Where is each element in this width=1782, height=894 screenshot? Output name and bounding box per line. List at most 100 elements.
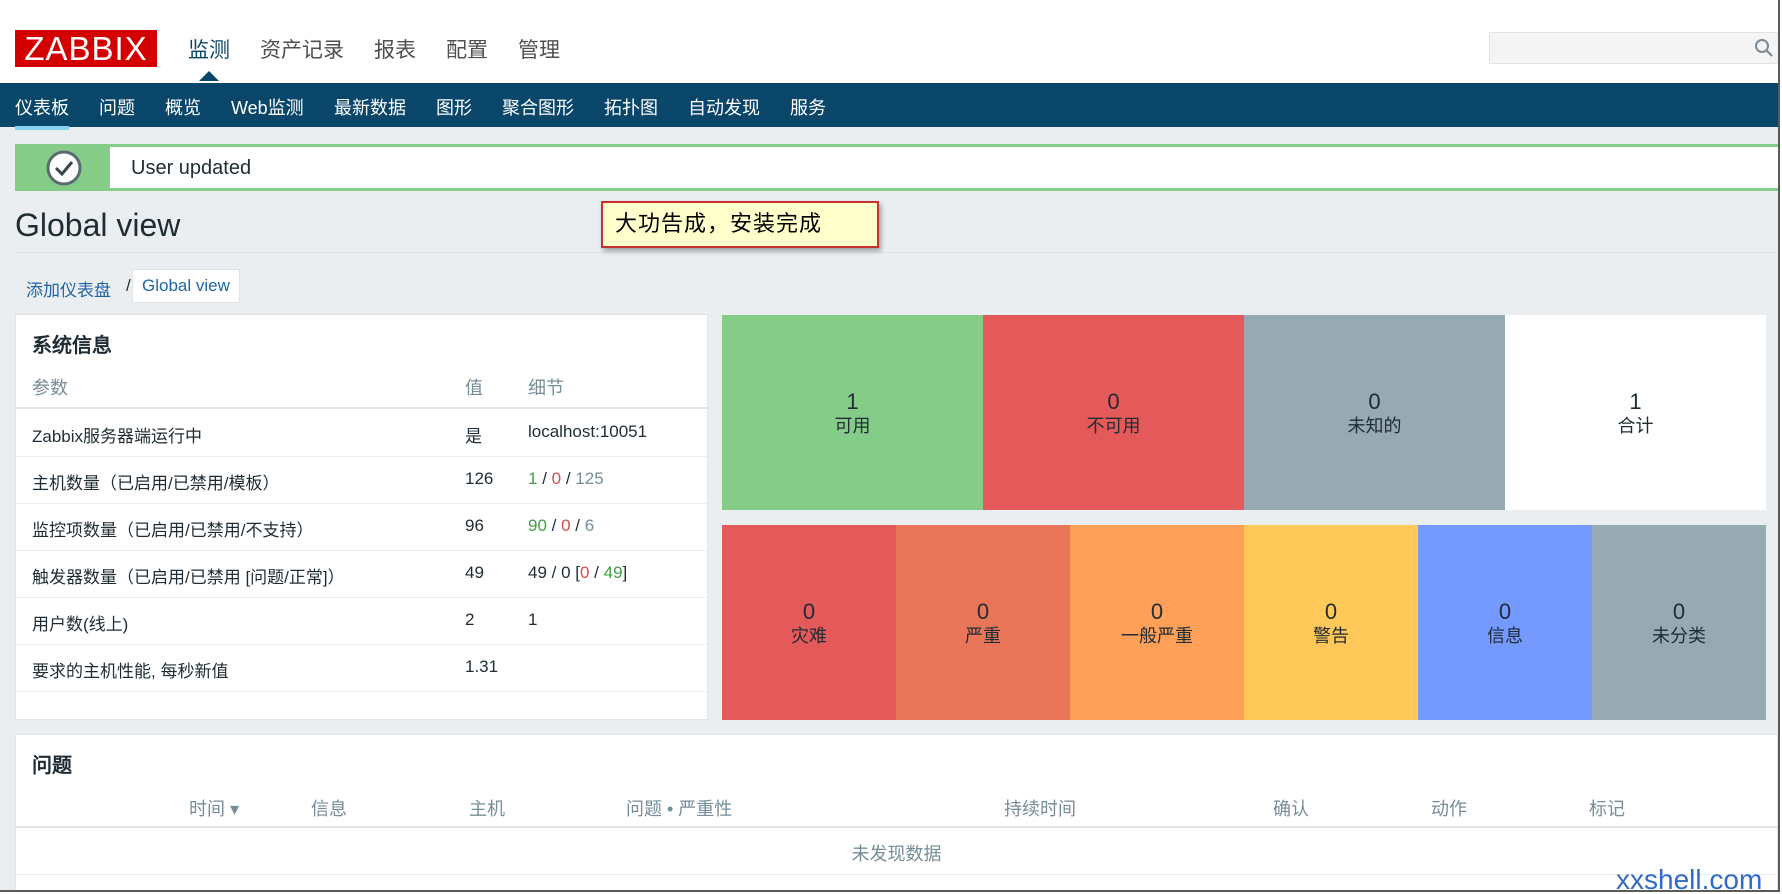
severity-average[interactable]: 0 一般严重 xyxy=(1070,525,1244,720)
message-icon-box xyxy=(15,147,110,188)
watermark: xxshell.com xyxy=(1616,864,1763,892)
row-detail: 1 / 0 / 125 xyxy=(528,469,604,489)
host-status-total[interactable]: 1 合计 xyxy=(1505,315,1766,510)
status-label: 不可用 xyxy=(1086,415,1141,436)
main-nav: 监测 资产记录 报表 配置 管理 xyxy=(188,34,590,81)
main-nav-inventory[interactable]: 资产记录 xyxy=(260,34,344,64)
status-count: 1 xyxy=(1629,388,1642,414)
table-row: 监控项数量（已启用/已禁用/不支持） 96 90 / 0 / 6 xyxy=(16,503,707,551)
subnav-graphs[interactable]: 图形 xyxy=(436,94,472,120)
row-param: 要求的主机性能, 每秒新值 xyxy=(32,662,229,681)
status-label: 可用 xyxy=(834,415,871,436)
column-header-parameter: 参数 xyxy=(32,378,68,398)
column-header-tags: 标记 xyxy=(1589,799,1625,819)
breadcrumb-separator: / xyxy=(126,276,131,295)
column-header-problem-severity: 问题 • 严重性 xyxy=(626,799,733,819)
severity-information[interactable]: 0 信息 xyxy=(1418,525,1592,720)
row-value: 126 xyxy=(465,469,494,488)
breadcrumb-add-dashboard[interactable]: 添加仪表盘 xyxy=(26,276,111,301)
row-detail: 1 xyxy=(528,610,538,629)
breadcrumb-current[interactable]: Global view xyxy=(132,269,240,303)
severity-count: 0 xyxy=(1672,598,1686,624)
host-status-unavailable[interactable]: 0 不可用 xyxy=(983,315,1244,510)
subnav-services[interactable]: 服务 xyxy=(790,94,826,120)
main-nav-configuration[interactable]: 配置 xyxy=(446,34,488,64)
severity-label: 信息 xyxy=(1487,625,1523,646)
row-detail: 90 / 0 / 6 xyxy=(528,516,594,536)
detail-enabled: 90 xyxy=(528,516,547,535)
zabbix-logo[interactable]: ZABBIX xyxy=(15,30,157,67)
search-icon[interactable] xyxy=(1754,38,1774,58)
row-param: 触发器数量（已启用/已禁用 [问题/正常]） xyxy=(32,568,345,587)
widget-title: 系统信息 xyxy=(32,335,112,357)
detail-suffix: ] xyxy=(622,563,628,582)
severity-count: 0 xyxy=(1324,598,1338,624)
search-input[interactable] xyxy=(1489,32,1778,64)
table-row: 主机数量（已启用/已禁用/模板） 126 1 / 0 / 125 xyxy=(16,456,707,504)
main-nav-reports[interactable]: 报表 xyxy=(374,34,416,64)
system-info-widget: 系统信息 参数 值 细节 Zabbix服务器端运行中 是 localhost:1… xyxy=(15,314,708,720)
column-header-info: 信息 xyxy=(311,799,347,819)
severity-high[interactable]: 0 严重 xyxy=(896,525,1070,720)
column-header-host: 主机 xyxy=(469,799,505,819)
column-header-duration: 持续时间 xyxy=(1004,799,1076,819)
column-header-actions: 动作 xyxy=(1431,799,1467,819)
row-value: 2 xyxy=(465,610,475,629)
detail-sep: / xyxy=(570,516,585,535)
detail-sep: / xyxy=(546,516,562,535)
detail-templates: 125 xyxy=(575,469,604,488)
subnav-overview[interactable]: 概览 xyxy=(165,94,201,120)
host-status-unknown[interactable]: 0 未知的 xyxy=(1244,315,1505,510)
header-divider xyxy=(16,826,1777,828)
severity-not-classified[interactable]: 0 未分类 xyxy=(1592,525,1766,720)
sub-nav: 仪表板 问题 概览 Web监测 最新数据 图形 聚合图形 拓扑图 自动发现 服务 xyxy=(0,83,1778,130)
severity-label: 未分类 xyxy=(1652,625,1706,646)
table-row: Zabbix服务器端运行中 是 localhost:10051 xyxy=(16,409,707,457)
column-header-time[interactable]: 时间 ▾ xyxy=(189,795,239,821)
row-detail: 49 / 0 [0 / 49] xyxy=(528,563,627,583)
detail-sep: / xyxy=(589,563,604,582)
severity-label: 一般严重 xyxy=(1121,625,1193,646)
status-count: 0 xyxy=(1107,388,1120,414)
annotation-callout: 大功告成，安装完成 xyxy=(601,201,879,248)
subnav-discovery[interactable]: 自动发现 xyxy=(688,94,760,120)
problems-widget: 问题 时间 ▾ 信息 主机 问题 • 严重性 持续时间 确认 动作 标记 未发现… xyxy=(15,734,1778,890)
main-nav-monitoring[interactable]: 监测 xyxy=(188,34,230,81)
success-message: User updated xyxy=(15,144,1778,191)
severity-count: 0 xyxy=(976,598,990,624)
host-status-available[interactable]: 1 可用 xyxy=(722,315,983,510)
table-row: 触发器数量（已启用/已禁用 [问题/正常]） 49 49 / 0 [0 / 49… xyxy=(16,550,707,598)
detail-sep: / xyxy=(537,469,552,488)
detail-disabled: 0 xyxy=(551,469,562,488)
main-nav-administration[interactable]: 管理 xyxy=(518,34,560,64)
severity-label: 严重 xyxy=(965,625,1001,646)
widget-title: 问题 xyxy=(32,755,72,777)
subnav-maps[interactable]: 拓扑图 xyxy=(604,94,658,120)
detail-sep: / xyxy=(561,469,576,488)
no-data-message: 未发现数据 xyxy=(851,844,942,864)
subnav-latest-data[interactable]: 最新数据 xyxy=(334,94,406,120)
subnav-web-monitoring[interactable]: Web监测 xyxy=(231,94,304,120)
message-text: User updated xyxy=(131,157,252,179)
detail-prefix: 49 / 0 [ xyxy=(528,563,580,582)
severity-disaster[interactable]: 0 灾难 xyxy=(722,525,896,720)
subnav-dashboard[interactable]: 仪表板 xyxy=(15,94,69,130)
row-param: 监控项数量（已启用/已禁用/不支持） xyxy=(32,521,314,540)
severity-label: 灾难 xyxy=(791,625,827,646)
row-divider xyxy=(16,874,1777,875)
table-row: 要求的主机性能, 每秒新值 1.31 xyxy=(16,644,707,692)
subnav-problems[interactable]: 问题 xyxy=(99,94,135,120)
column-header-ack: 确认 xyxy=(1273,799,1309,819)
severity-warning[interactable]: 0 警告 xyxy=(1244,525,1418,720)
table-row: 用户数(线上) 2 1 xyxy=(16,597,707,645)
top-header: ZABBIX 监测 资产记录 报表 配置 管理 xyxy=(0,0,1778,83)
detail-unsupported: 6 xyxy=(584,516,595,535)
status-label: 合计 xyxy=(1617,415,1654,436)
row-value: 49 xyxy=(465,563,484,582)
subnav-screens[interactable]: 聚合图形 xyxy=(502,94,574,120)
detail-disabled: 0 xyxy=(561,516,571,535)
column-header-details: 细节 xyxy=(528,378,564,398)
title-divider xyxy=(15,252,1778,253)
app-frame: ZABBIX 监测 资产记录 报表 配置 管理 仪表板 问题 概览 Web监测 … xyxy=(0,0,1780,892)
status-count: 1 xyxy=(846,388,859,414)
